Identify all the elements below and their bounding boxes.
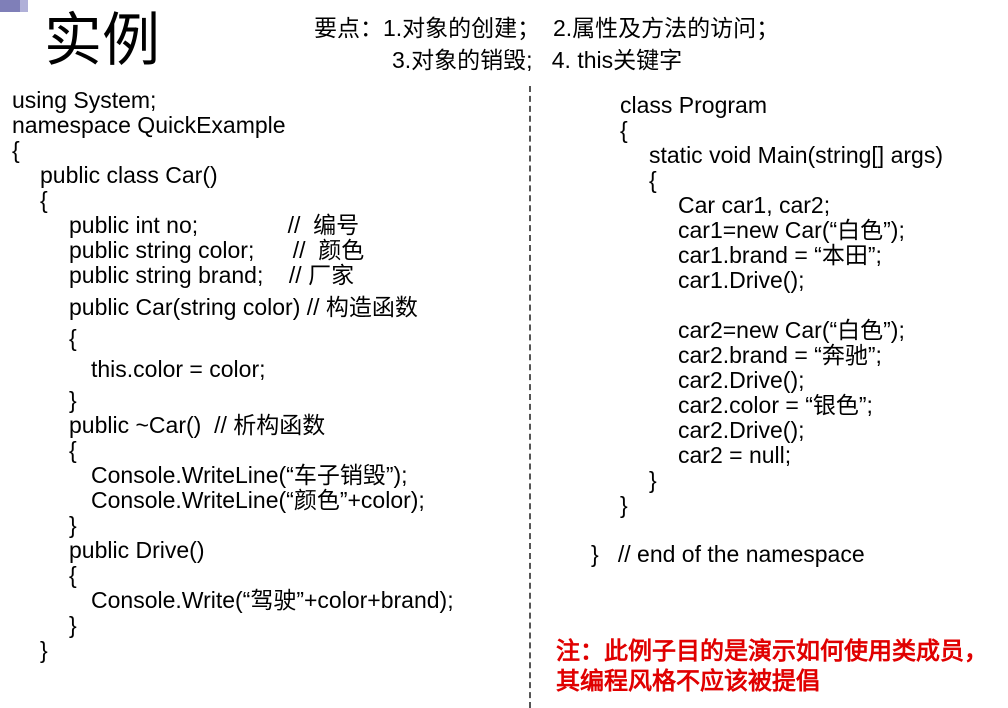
code-line: car2 = null; bbox=[678, 442, 792, 468]
code-line: public class Car() bbox=[40, 162, 218, 188]
code-line: car2.color = “银色”; bbox=[678, 392, 873, 418]
code-line: public Car(string color) // 构造函数 bbox=[69, 294, 418, 320]
code-line: } bbox=[69, 512, 77, 538]
code-line: using System; bbox=[12, 87, 157, 113]
code-line: } // end of the namespace bbox=[591, 541, 865, 567]
key-points-line-2: 3.对象的销毁; 4. this关键字 bbox=[392, 47, 683, 73]
code-line: Car car1, car2; bbox=[678, 192, 831, 218]
code-line: car2=new Car(“白色”); bbox=[678, 317, 905, 343]
code-line: { bbox=[69, 437, 77, 463]
code-line: car1.Drive(); bbox=[678, 267, 805, 293]
code-line: } bbox=[620, 492, 628, 518]
column-divider bbox=[529, 86, 531, 708]
code-line: car1=new Car(“白色”); bbox=[678, 217, 905, 243]
code-line: { bbox=[69, 562, 77, 588]
key-points-line-1: 要点：1.对象的创建； 2.属性及方法的访问； bbox=[314, 15, 780, 41]
code-line: car2.brand = “奔驰”; bbox=[678, 342, 882, 368]
code-line: { bbox=[620, 117, 628, 143]
code-line: Console.Write(“驾驶”+color+brand); bbox=[91, 587, 454, 613]
code-line: car2.Drive(); bbox=[678, 417, 805, 443]
code-line: namespace QuickExample bbox=[12, 112, 286, 138]
code-line: car1.brand = “本田”; bbox=[678, 242, 882, 268]
code-line: } bbox=[69, 387, 77, 413]
code-line: car2.Drive(); bbox=[678, 367, 805, 393]
note-text: 注：此例子目的是演示如何使用类成员，其编程风格不应该被提倡 bbox=[556, 636, 988, 695]
code-line: { bbox=[12, 137, 20, 163]
slide-accent-bar-light bbox=[20, 0, 28, 12]
code-line: } bbox=[40, 637, 48, 663]
slide-accent-bar bbox=[0, 0, 20, 12]
code-line: class Program bbox=[620, 92, 767, 118]
code-line: Console.WriteLine(“颜色”+color); bbox=[91, 487, 425, 513]
code-line: { bbox=[649, 167, 657, 193]
code-line: } bbox=[69, 612, 77, 638]
code-line: public int no; // 编号 bbox=[69, 212, 360, 238]
slide-title: 实例 bbox=[44, 6, 161, 74]
code-line: this.color = color; bbox=[91, 356, 266, 382]
code-line: { bbox=[40, 187, 48, 213]
code-line: public Drive() bbox=[69, 537, 205, 563]
code-line: public ~Car() // 析构函数 bbox=[69, 412, 326, 438]
code-line: public string brand; // 厂家 bbox=[69, 262, 355, 288]
code-line: public string color; // 颜色 bbox=[69, 237, 365, 263]
code-line: } bbox=[649, 467, 657, 493]
code-line: static void Main(string[] args) bbox=[649, 142, 943, 168]
code-line: Console.WriteLine(“车子销毁”); bbox=[91, 462, 408, 488]
code-line: { bbox=[69, 325, 77, 351]
